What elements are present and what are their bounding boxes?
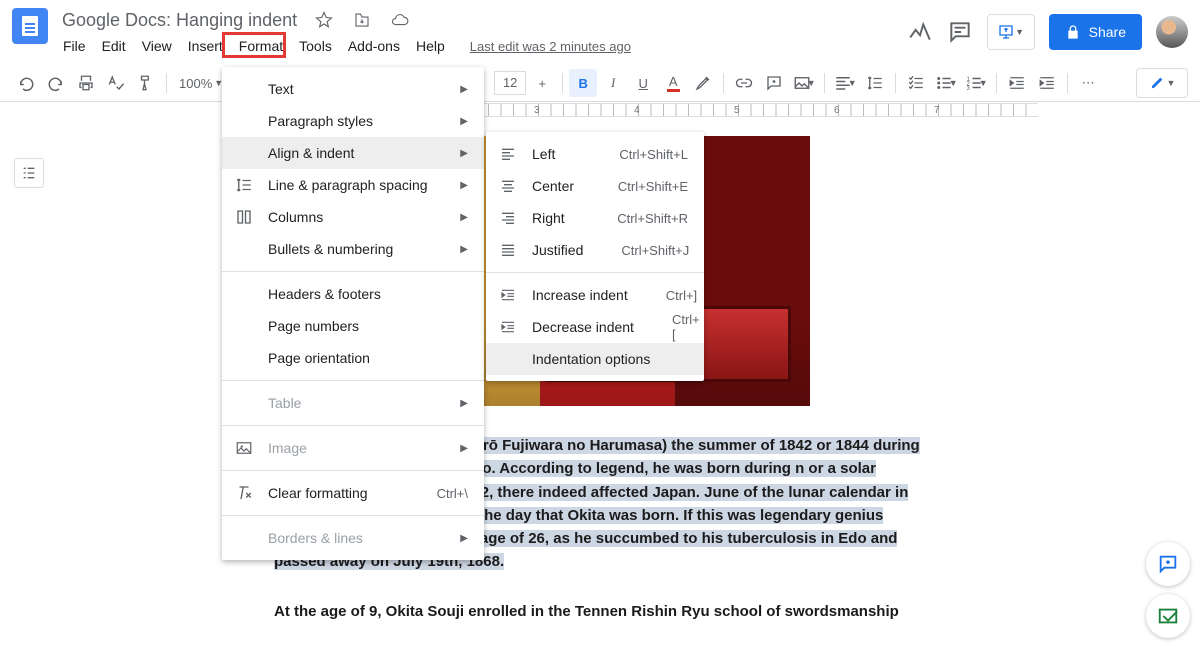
comment-button[interactable] [760, 69, 788, 97]
menu-addons[interactable]: Add-ons [341, 34, 407, 58]
menu-edit[interactable]: Edit [95, 34, 133, 58]
menu-format[interactable]: Format [232, 34, 290, 58]
decrease-indent[interactable]: Decrease indentCtrl+[ [486, 311, 704, 343]
format-menu: Text▶ Paragraph styles▶ Align & indent▶ … [222, 67, 484, 560]
account-avatar[interactable] [1156, 16, 1188, 48]
align-right[interactable]: RightCtrl+Shift+R [486, 202, 704, 234]
outline-toggle[interactable] [14, 158, 44, 188]
increase-indent[interactable]: Increase indentCtrl+] [486, 279, 704, 311]
share-label: Share [1089, 24, 1126, 40]
checklist-button[interactable] [902, 69, 930, 97]
indent-increase-icon [498, 285, 518, 305]
menu-columns[interactable]: Columns▶ [222, 201, 484, 233]
align-submenu: LeftCtrl+Shift+L CenterCtrl+Shift+E Righ… [486, 132, 704, 381]
align-center[interactable]: CenterCtrl+Shift+E [486, 170, 704, 202]
italic-button[interactable]: I [599, 69, 627, 97]
image-button[interactable]: ▼ [790, 69, 818, 97]
image-icon [234, 438, 254, 458]
link-button[interactable] [730, 69, 758, 97]
redo-icon[interactable] [42, 69, 70, 97]
docs-logo-icon[interactable] [12, 8, 48, 44]
menu-bullets[interactable]: Bullets & numbering▶ [222, 233, 484, 265]
share-button[interactable]: Share [1049, 14, 1142, 50]
menu-page-orientation[interactable]: Page orientation [222, 342, 484, 374]
print-icon[interactable] [72, 69, 100, 97]
menu-paragraph-styles[interactable]: Paragraph styles▶ [222, 105, 484, 137]
ruler[interactable]: 1 2 3 4 5 6 7 [0, 102, 1200, 118]
doc-title[interactable]: Google Docs: Hanging indent [56, 10, 303, 31]
cloud-status-icon[interactable] [387, 7, 413, 33]
paragraph-2[interactable]: At the age of 9, Okita Souji enrolled in… [274, 600, 926, 623]
line-spacing-button[interactable] [861, 69, 889, 97]
paint-format-icon[interactable] [132, 69, 160, 97]
columns-icon [234, 207, 254, 227]
present-button[interactable]: ▼ [987, 14, 1035, 50]
align-button[interactable]: ▼ [831, 69, 859, 97]
align-justify-icon [498, 240, 518, 260]
text-color-button[interactable]: A [659, 69, 687, 97]
align-center-icon [498, 176, 518, 196]
svg-text:3: 3 [966, 86, 970, 92]
highlight-button[interactable] [689, 69, 717, 97]
indent-decrease-button[interactable] [1003, 69, 1031, 97]
suggest-fab[interactable] [1146, 594, 1190, 638]
indentation-options[interactable]: Indentation options [486, 343, 704, 375]
indent-decrease-icon [498, 317, 518, 337]
zoom-select[interactable]: 100%▼ [173, 76, 229, 91]
last-edit-link[interactable]: Last edit was 2 minutes ago [470, 39, 631, 54]
align-right-icon [498, 208, 518, 228]
align-left-icon [498, 144, 518, 164]
menu-insert[interactable]: Insert [181, 34, 230, 58]
bold-button[interactable]: B [569, 69, 597, 97]
clear-format-icon [234, 483, 254, 503]
menu-tools[interactable]: Tools [292, 34, 339, 58]
comments-icon[interactable] [947, 19, 973, 45]
star-icon[interactable] [311, 7, 337, 33]
activity-icon[interactable] [907, 19, 933, 45]
bullet-list-button[interactable]: ▼ [932, 69, 960, 97]
toolbar: 100%▼ – 12 + B I U A ▼ ▼ ▼ 123▼ ⋯ ▼ [0, 64, 1200, 102]
align-left[interactable]: LeftCtrl+Shift+L [486, 138, 704, 170]
menu-page-numbers[interactable]: Page numbers [222, 310, 484, 342]
undo-icon[interactable] [12, 69, 40, 97]
menu-headers-footers[interactable]: Headers & footers [222, 278, 484, 310]
spellcheck-icon[interactable] [102, 69, 130, 97]
more-button[interactable]: ⋯ [1074, 69, 1102, 97]
menu-image: Image▶ [222, 432, 484, 464]
number-list-button[interactable]: 123▼ [962, 69, 990, 97]
menu-table: Table▶ [222, 387, 484, 419]
menu-text[interactable]: Text▶ [222, 73, 484, 105]
editing-mode-button[interactable]: ▼ [1136, 68, 1188, 98]
line-spacing-icon [234, 175, 254, 195]
menu-align-indent[interactable]: Align & indent▶ [222, 137, 484, 169]
menu-help[interactable]: Help [409, 34, 452, 58]
indent-increase-button[interactable] [1033, 69, 1061, 97]
align-justified[interactable]: JustifiedCtrl+Shift+J [486, 234, 704, 266]
menu-line-spacing[interactable]: Line & paragraph spacing▶ [222, 169, 484, 201]
menu-view[interactable]: View [135, 34, 179, 58]
menu-clear-formatting[interactable]: Clear formattingCtrl+\ [222, 477, 484, 509]
fontsize-input[interactable]: 12 [494, 71, 526, 95]
move-icon[interactable] [349, 7, 375, 33]
fontsize-plus[interactable]: + [528, 69, 556, 97]
explore-fab[interactable] [1146, 542, 1190, 586]
underline-button[interactable]: U [629, 69, 657, 97]
menu-file[interactable]: File [56, 34, 93, 58]
menu-borders-lines: Borders & lines▶ [222, 522, 484, 554]
